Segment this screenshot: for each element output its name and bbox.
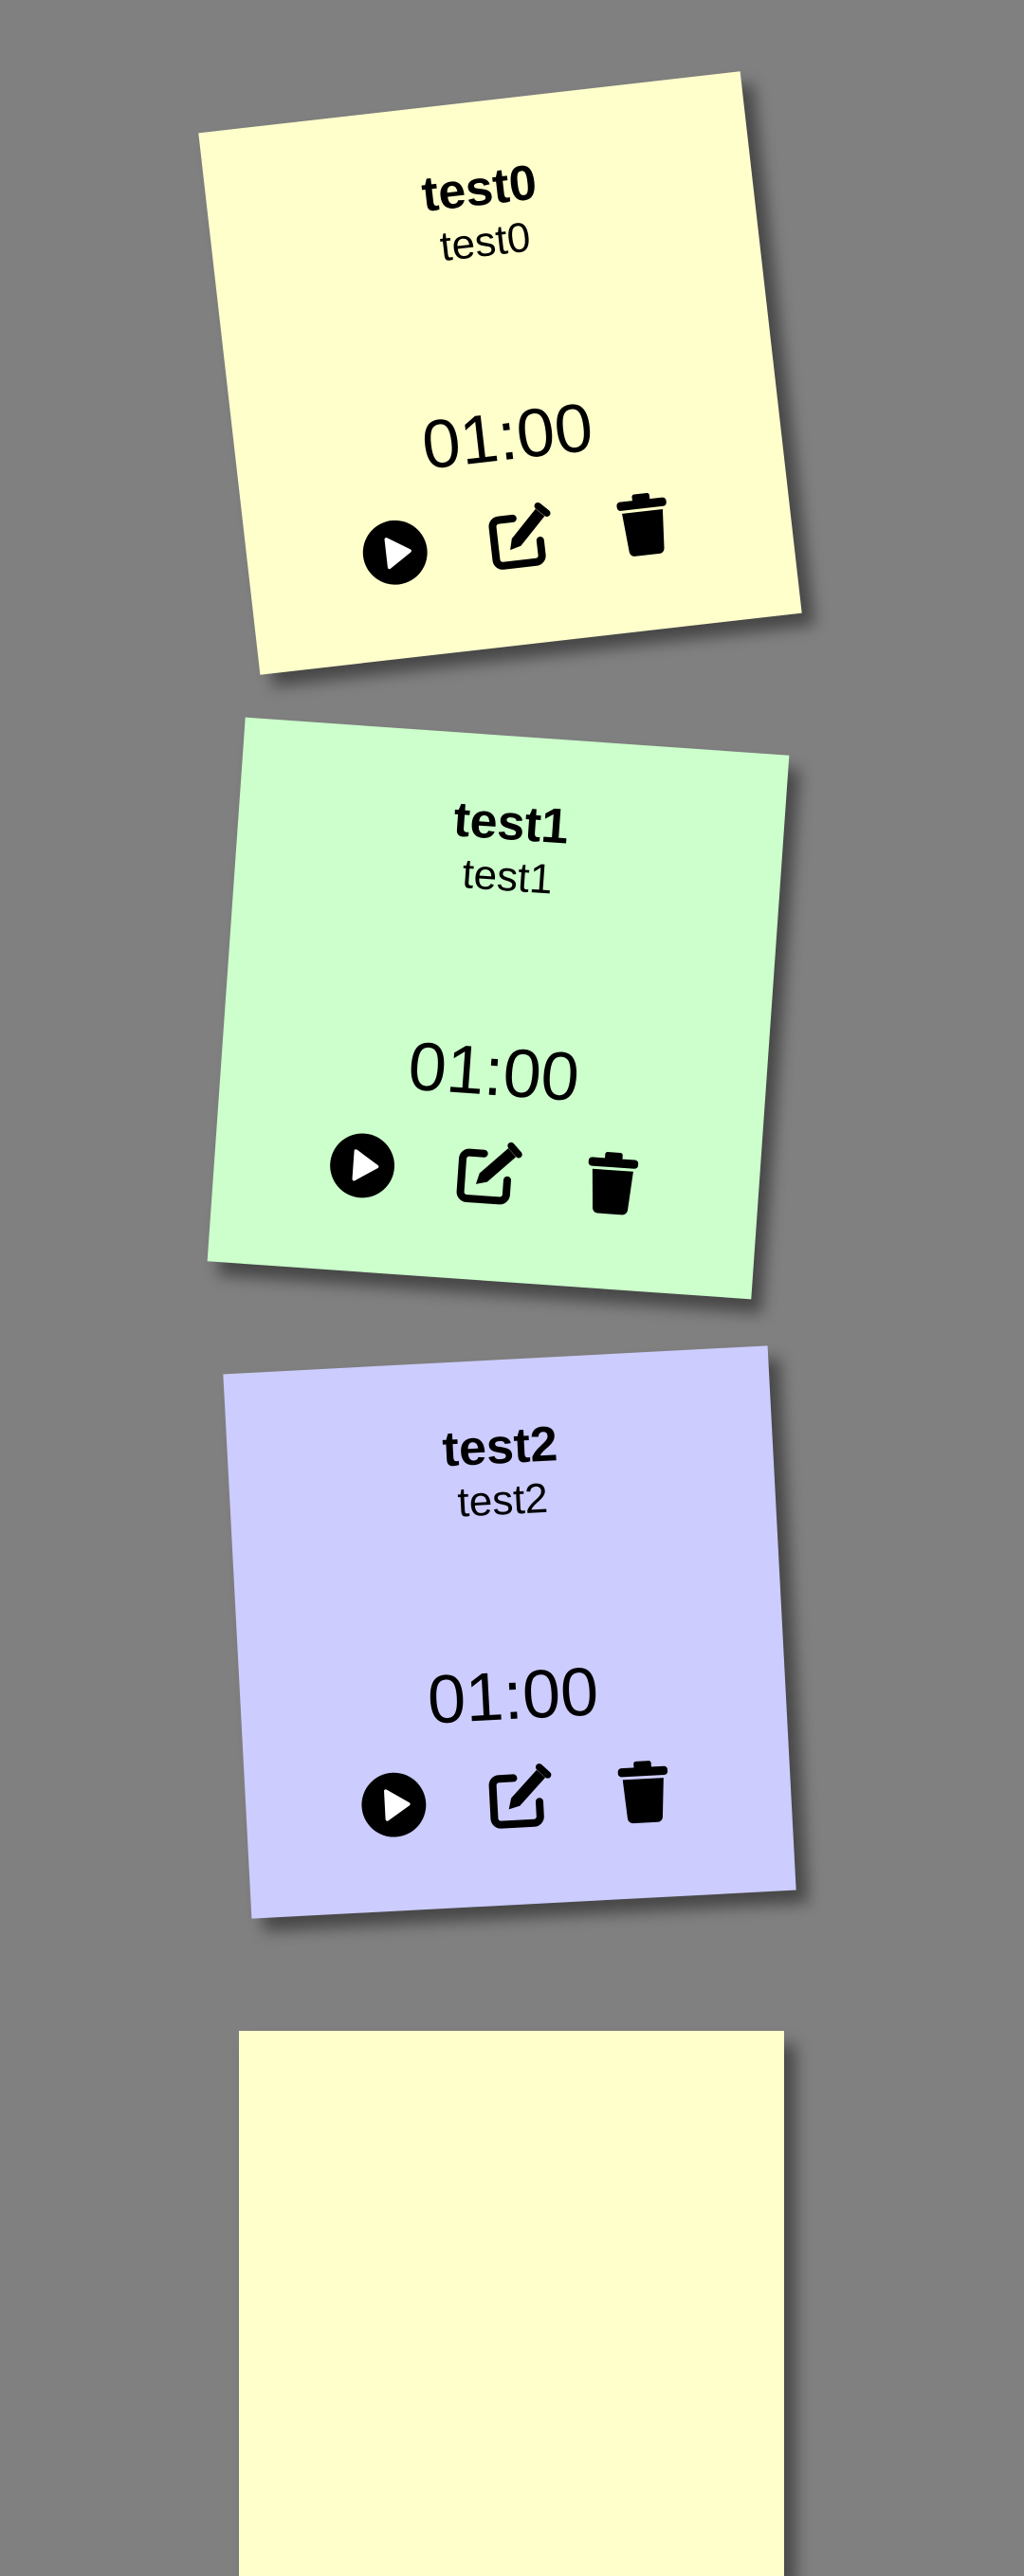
trash-icon — [617, 1761, 667, 1824]
note-timer: 01:00 — [406, 1028, 582, 1117]
edit-icon — [488, 502, 551, 570]
trash-icon — [588, 1152, 638, 1215]
play-button[interactable] — [355, 513, 434, 593]
trash-icon — [615, 492, 667, 557]
play-icon — [329, 1133, 394, 1198]
play-icon — [362, 520, 428, 585]
notes-screen: { "background_color": "#808080", "notes"… — [0, 0, 1024, 2576]
edit-icon — [488, 1763, 551, 1829]
note-card[interactable]: test1 test1 01:00 — [207, 717, 790, 1300]
play-button[interactable] — [356, 1767, 431, 1843]
note-card[interactable]: test0 test0 01:00 — [198, 71, 802, 675]
note-actions — [212, 1120, 761, 1230]
edit-button[interactable] — [448, 1136, 525, 1213]
note-actions — [245, 1748, 793, 1849]
play-button[interactable] — [323, 1127, 400, 1204]
edit-icon — [456, 1142, 522, 1205]
edit-button[interactable] — [481, 1761, 557, 1836]
delete-button[interactable] — [606, 1754, 682, 1830]
play-icon — [360, 1772, 426, 1837]
delete-button[interactable] — [603, 484, 683, 564]
note-card[interactable]: test2 test2 01:00 — [223, 1345, 796, 1919]
edit-button[interactable] — [479, 499, 558, 578]
delete-button[interactable] — [573, 1144, 649, 1221]
note-timer: 01:00 — [425, 1653, 601, 1739]
note-card[interactable] — [239, 2031, 784, 2576]
